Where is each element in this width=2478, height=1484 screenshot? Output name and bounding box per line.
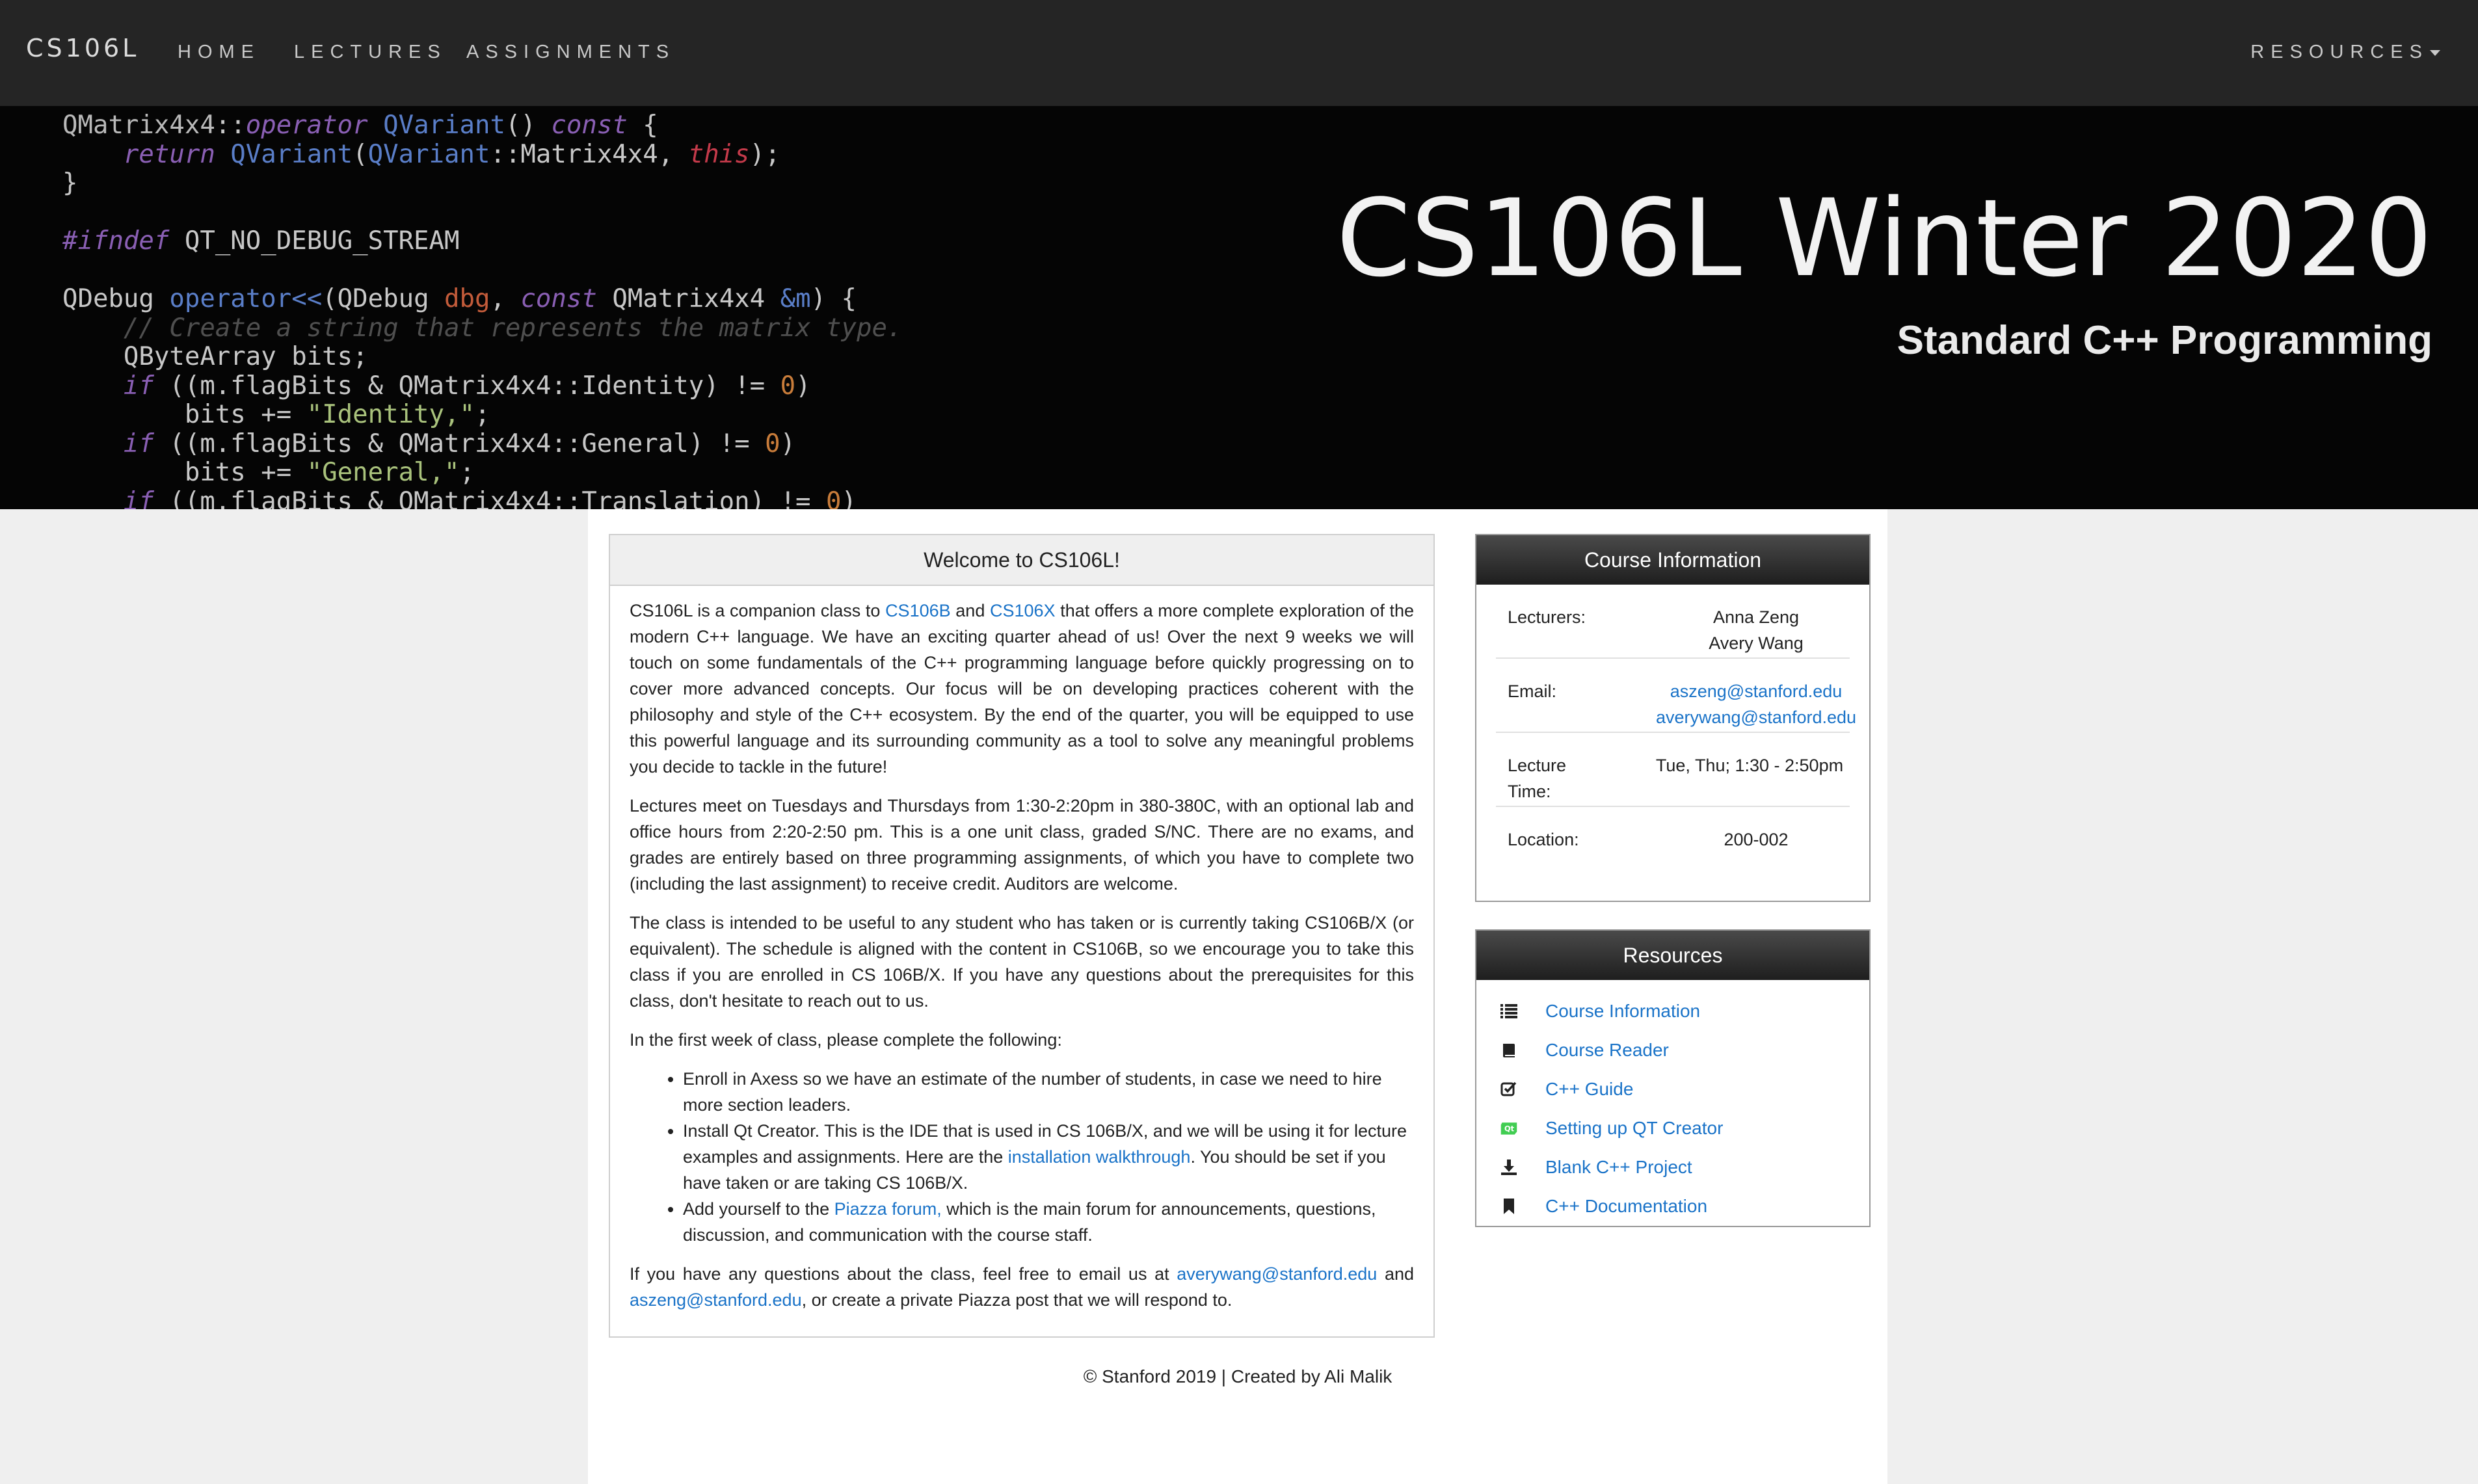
email-averywang-link[interactable]: averywang@stanford.edu bbox=[1652, 704, 1860, 730]
course-info-heading: Course Information bbox=[1476, 535, 1869, 585]
lecture-time-label: Lecture Time: bbox=[1508, 756, 1567, 801]
resource-item-setting-up-qt[interactable]: Qt Setting up QT Creator bbox=[1500, 1109, 1869, 1148]
intro-paragraph: CS106L is a companion class to CS106B an… bbox=[630, 598, 1414, 780]
list-item: Install Qt Creator. This is the IDE that… bbox=[683, 1118, 1414, 1196]
location-value: 200-002 bbox=[1724, 830, 1789, 849]
resources-panel: Resources Course Information Course Read… bbox=[1475, 929, 1871, 1227]
hero-banner: QMatrix4x4::operator QVariant() const { … bbox=[0, 106, 2478, 509]
bookmark-icon bbox=[1504, 1199, 1514, 1214]
first-week-list: Enroll in Axess so we have an estimate o… bbox=[630, 1066, 1414, 1248]
resources-list: Course Information Course Reader C++ Gui… bbox=[1476, 980, 1869, 1226]
navbar: CS106L HOME LECTURES ASSIGNMENTS RESOURC… bbox=[0, 0, 2478, 106]
cs106b-link[interactable]: CS106B bbox=[885, 601, 951, 620]
nav-lectures-link[interactable]: LECTURES bbox=[294, 42, 447, 63]
lecturer-name: Avery Wang bbox=[1709, 633, 1804, 653]
contact-paragraph: If you have any questions about the clas… bbox=[630, 1261, 1414, 1313]
location-row: Location: 200-002 bbox=[1496, 807, 1850, 872]
text: Add yourself to the bbox=[683, 1199, 834, 1219]
location-label: Location: bbox=[1508, 830, 1579, 849]
piazza-forum-link[interactable]: Piazza forum, bbox=[834, 1199, 942, 1219]
lecturers-label: Lecturers: bbox=[1508, 607, 1586, 627]
prereq-paragraph: The class is intended to be useful to an… bbox=[630, 913, 1414, 1011]
resource-item-blank-project[interactable]: Blank C++ Project bbox=[1500, 1148, 1869, 1187]
footer-credit: © Stanford 2019 | Created by Ali Malik bbox=[1083, 1366, 1392, 1386]
email-aszeng-link[interactable]: aszeng@stanford.edu bbox=[630, 1290, 802, 1310]
nav-resources-label: RESOURCES bbox=[2250, 42, 2429, 62]
resource-item-course-reader[interactable]: Course Reader bbox=[1500, 1031, 1869, 1070]
caret-down-icon bbox=[2430, 49, 2440, 56]
lecture-time-row: Lecture Time: Tue, Thu; 1:30 - 2:50pm bbox=[1496, 733, 1850, 807]
lectures-paragraph: Lectures meet on Tuesdays and Thursdays … bbox=[630, 796, 1414, 894]
hero-title: CS106L Winter 2020 bbox=[1336, 176, 2432, 300]
lecturers-row: Lecturers: Anna Zeng Avery Wang bbox=[1496, 585, 1850, 659]
welcome-body: CS106L is a companion class to CS106B an… bbox=[610, 586, 1433, 1313]
lecturers-value: Anna Zeng Avery Wang bbox=[1652, 604, 1860, 656]
email-averywang-link[interactable]: averywang@stanford.edu bbox=[1177, 1264, 1377, 1284]
text: and bbox=[950, 601, 990, 620]
text: that offers a more complete exploration … bbox=[630, 601, 1414, 776]
lecture-time-value: Tue, Thu; 1:30 - 2:50pm bbox=[1655, 756, 1844, 775]
course-info-panel: Course Information Lecturers: Anna Zeng A… bbox=[1475, 534, 1871, 902]
text: , or create a private Piazza post that w… bbox=[801, 1290, 1232, 1310]
book-icon bbox=[1503, 1044, 1515, 1057]
text: and bbox=[1377, 1264, 1414, 1284]
resources-heading: Resources bbox=[1476, 931, 1869, 980]
resource-item-cpp-guide[interactable]: C++ Guide bbox=[1500, 1070, 1869, 1109]
qt-logo-icon: Qt bbox=[1500, 1122, 1517, 1135]
nav-assignments-link[interactable]: ASSIGNMENTS bbox=[466, 42, 675, 63]
email-value: aszeng@stanford.edu averywang@stanford.ed… bbox=[1652, 678, 1860, 730]
nav-home-link[interactable]: HOME bbox=[178, 42, 260, 63]
nav-resources-dropdown[interactable]: RESOURCES bbox=[2250, 42, 2440, 63]
download-icon bbox=[1501, 1159, 1517, 1175]
main-content: Welcome to CS106L! CS106L is a companion… bbox=[588, 509, 1887, 1484]
cs106x-link[interactable]: CS106X bbox=[990, 601, 1056, 620]
blank-cpp-project-link[interactable]: Blank C++ Project bbox=[1545, 1148, 1692, 1187]
setting-up-qt-creator-link[interactable]: Setting up QT Creator bbox=[1545, 1109, 1723, 1148]
list-item: Enroll in Axess so we have an estimate o… bbox=[683, 1066, 1414, 1118]
installation-walkthrough-link[interactable]: installation walkthrough bbox=[1008, 1147, 1191, 1167]
welcome-heading: Welcome to CS106L! bbox=[610, 535, 1433, 586]
cpp-documentation-link[interactable]: C++ Documentation bbox=[1545, 1187, 1707, 1226]
course-information-link[interactable]: Course Information bbox=[1545, 992, 1700, 1031]
text: CS106L is a companion class to bbox=[630, 601, 886, 620]
resource-item-course-information[interactable]: Course Information bbox=[1500, 992, 1869, 1031]
welcome-panel: Welcome to CS106L! CS106L is a companion… bbox=[609, 534, 1435, 1338]
code-background-image: QMatrix4x4::operator QVariant() const { … bbox=[62, 111, 903, 509]
email-aszeng-link[interactable]: aszeng@stanford.edu bbox=[1652, 678, 1860, 704]
text: If you have any questions about the clas… bbox=[630, 1264, 1177, 1284]
first-week-paragraph: In the first week of class, please compl… bbox=[630, 1030, 1062, 1050]
check-square-icon bbox=[1500, 1081, 1517, 1096]
cpp-guide-link[interactable]: C++ Guide bbox=[1545, 1070, 1633, 1109]
lecturer-name: Anna Zeng bbox=[1712, 607, 1800, 627]
brand-link[interactable]: CS106L bbox=[26, 34, 139, 62]
email-label: Email: bbox=[1508, 682, 1557, 701]
resource-item-cpp-documentation[interactable]: C++ Documentation bbox=[1500, 1187, 1869, 1226]
list-item: Add yourself to the Piazza forum, which … bbox=[683, 1196, 1414, 1248]
email-row: Email: aszeng@stanford.edu averywang@stan… bbox=[1496, 659, 1856, 733]
hero-subtitle: Standard C++ Programming bbox=[1897, 318, 2432, 363]
svg-text:Qt: Qt bbox=[1504, 1124, 1515, 1133]
course-reader-link[interactable]: Course Reader bbox=[1545, 1031, 1669, 1070]
list-icon bbox=[1500, 1004, 1517, 1018]
